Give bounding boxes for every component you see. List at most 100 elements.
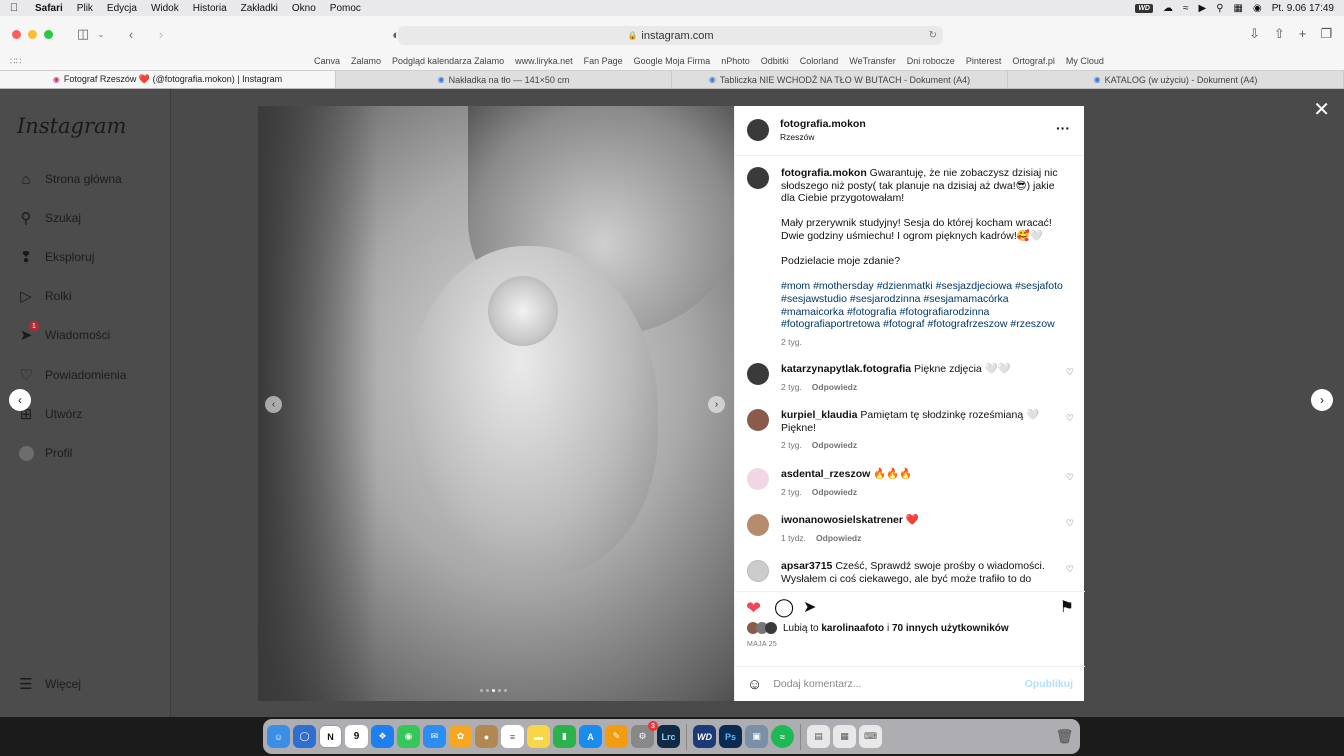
close-window-button[interactable] — [12, 29, 21, 39]
comment-like-icon[interactable]: ♡ — [1066, 564, 1074, 575]
photo-next-button[interactable]: › — [708, 396, 725, 413]
grid-icon[interactable]: ∷∷ — [10, 56, 270, 67]
nav-search[interactable]: ⚲ Szukaj — [17, 207, 82, 229]
lightroom-icon[interactable]: Lrc — [657, 725, 680, 748]
reply-button[interactable]: Odpowiedz — [816, 533, 861, 543]
calendar-icon[interactable]: 9 — [345, 725, 368, 748]
favorite-link[interactable]: Ortograf.pl — [1012, 56, 1055, 66]
messenger-icon[interactable]: ◯ — [293, 725, 316, 748]
comment-like-icon[interactable]: ♡ — [1066, 472, 1074, 483]
calculator-icon[interactable]: ▦ — [833, 725, 856, 748]
caption-hashtags[interactable]: #mom #mothersday #dzienmatki #sesjazdjec… — [781, 280, 1066, 330]
author-avatar[interactable] — [747, 119, 769, 141]
share-icon[interactable]: ➤ — [803, 597, 816, 617]
menu-okno[interactable]: Okno — [285, 3, 323, 14]
likes-user[interactable]: karolinaafoto — [821, 623, 884, 634]
notion-icon[interactable]: N — [319, 725, 342, 748]
wifi-icon[interactable]: ≈ — [1183, 3, 1189, 14]
nav-messages[interactable]: ➤ 1 Wiadomości — [17, 321, 110, 346]
creative-cloud-icon[interactable]: ☁ — [1163, 3, 1173, 14]
photo-prev-button[interactable]: ‹ — [265, 396, 282, 413]
search-icon[interactable]: ⚲ — [1216, 3, 1223, 14]
photoshop-icon[interactable]: Ps — [719, 725, 742, 748]
browser-tab[interactable]: ◉ KATALOG (w użyciu) - Dokument (A4) — [1008, 71, 1344, 88]
reminders-icon[interactable]: ≡ — [501, 725, 524, 748]
apple-icon[interactable]:  — [0, 2, 28, 14]
nav-notifications[interactable]: ♡ Powiadomienia — [17, 364, 126, 386]
zoom-window-button[interactable] — [44, 29, 53, 39]
minimize-window-button[interactable] — [28, 29, 37, 39]
favorite-link[interactable]: nPhoto — [721, 56, 750, 66]
play-icon[interactable]: ▶ — [1199, 3, 1207, 14]
address-bar[interactable]: 🔒 instagram.com ↻ — [398, 26, 943, 45]
document-icon[interactable]: ▤ — [807, 725, 830, 748]
comment-like-icon[interactable]: ♡ — [1066, 367, 1074, 378]
nav-profile[interactable]: Profil — [17, 442, 72, 464]
browser-tab[interactable]: ◉ Fotograf Rzeszów ❤️ (@fotografia.mokon)… — [0, 71, 336, 88]
new-tab-icon[interactable]: + — [1299, 26, 1307, 42]
comment-icon[interactable]: ◯ — [774, 597, 794, 618]
numbers-icon[interactable]: ▮ — [553, 725, 576, 748]
safari-icon[interactable]: ❖ — [371, 725, 394, 748]
finder-icon[interactable]: ☺ — [267, 725, 290, 748]
comment-username[interactable]: apsar3715 — [781, 560, 832, 572]
nav-explore[interactable]: ❢ Eksploruj — [17, 246, 95, 268]
nav-more[interactable]: ☰ Więcej — [17, 673, 81, 695]
control-center-icon[interactable]: ▦ — [1234, 3, 1243, 14]
favorite-link[interactable]: My Cloud — [1066, 56, 1104, 66]
caption-username[interactable]: fotografia.mokon — [781, 167, 867, 179]
commenter-avatar[interactable] — [747, 363, 769, 385]
comment-username[interactable]: asdental_rzeszow — [781, 468, 870, 480]
favorite-link[interactable]: Colorland — [800, 56, 839, 66]
instagram-logo[interactable]: Instagram — [17, 114, 126, 138]
chevron-down-icon[interactable]: ⌄ — [93, 30, 109, 39]
comment-username[interactable]: iwonanowosielskatrener — [781, 514, 903, 526]
menu-edycja[interactable]: Edycja — [100, 3, 144, 14]
favorite-link[interactable]: Google Moja Firma — [634, 56, 711, 66]
favorite-link[interactable]: Pinterest — [966, 56, 1002, 66]
comment-like-icon[interactable]: ♡ — [1066, 518, 1074, 529]
post-photo[interactable]: ‹ › — [258, 106, 734, 701]
favorite-link[interactable]: www.liryka.net — [515, 56, 573, 66]
trash-icon[interactable]: 🗑 — [1053, 725, 1076, 748]
back-icon[interactable]: ‹ — [123, 27, 139, 42]
contacts-icon[interactable]: ● — [475, 725, 498, 748]
spotify-icon[interactable]: ≈ — [771, 725, 794, 748]
photos-icon[interactable]: ✿ — [449, 725, 472, 748]
menu-historia[interactable]: Historia — [186, 3, 234, 14]
more-options-icon[interactable]: ··· — [1056, 120, 1070, 136]
favorite-link[interactable]: Podgląd kalendarza Zalamo — [392, 56, 504, 66]
download-icon[interactable]: ⇩ — [1249, 26, 1260, 42]
siri-icon[interactable]: ◉ — [1253, 3, 1262, 14]
favorite-link[interactable]: Dni robocze — [907, 56, 955, 66]
preview-icon[interactable]: ▣ — [745, 725, 768, 748]
wd-icon[interactable]: WD — [693, 725, 716, 748]
reply-button[interactable]: Odpowiedz — [812, 382, 857, 392]
forward-icon[interactable]: › — [153, 27, 169, 42]
likes-others[interactable]: 70 innych użytkowników — [892, 623, 1009, 634]
notes-icon[interactable]: ▬ — [527, 725, 550, 748]
menu-safari[interactable]: Safari — [28, 3, 70, 14]
appstore-icon[interactable]: A — [579, 725, 602, 748]
commenter-avatar[interactable] — [747, 514, 769, 536]
menu-pomoc[interactable]: Pomoc — [323, 3, 368, 14]
menu-plik[interactable]: Plik — [70, 3, 100, 14]
sidebar-toggle-icon[interactable]: ◫ — [75, 26, 91, 42]
post-location[interactable]: Rzeszów — [780, 132, 814, 142]
keyboard-icon[interactable]: ⌨ — [859, 725, 882, 748]
likes-row[interactable]: Lubią to karolinaafoto i 70 innych użytk… — [747, 622, 1009, 634]
browser-tab[interactable]: ◉ Tabliczka NIE WCHODŹ NA TŁO W BUTACH - … — [672, 71, 1008, 88]
messages-icon[interactable]: ◉ — [397, 725, 420, 748]
prev-post-button[interactable]: ‹ — [9, 389, 31, 411]
like-filled-icon[interactable]: ❤ — [746, 598, 761, 619]
browser-tab[interactable]: ◉ Nakładka na tło — 141×50 cm — [336, 71, 672, 88]
favorite-link[interactable]: WeTransfer — [849, 56, 896, 66]
author-username[interactable]: fotografia.mokon — [780, 118, 866, 130]
tab-overview-icon[interactable]: ❐ — [1320, 26, 1332, 42]
favorite-link[interactable]: Zalamo — [351, 56, 381, 66]
next-post-button[interactable]: › — [1311, 389, 1333, 411]
favorite-link[interactable]: Fan Page — [584, 56, 623, 66]
bookmark-icon[interactable]: ⚑ — [1060, 597, 1074, 617]
reply-button[interactable]: Odpowiedz — [812, 487, 857, 497]
mail-icon[interactable]: ✉ — [423, 725, 446, 748]
